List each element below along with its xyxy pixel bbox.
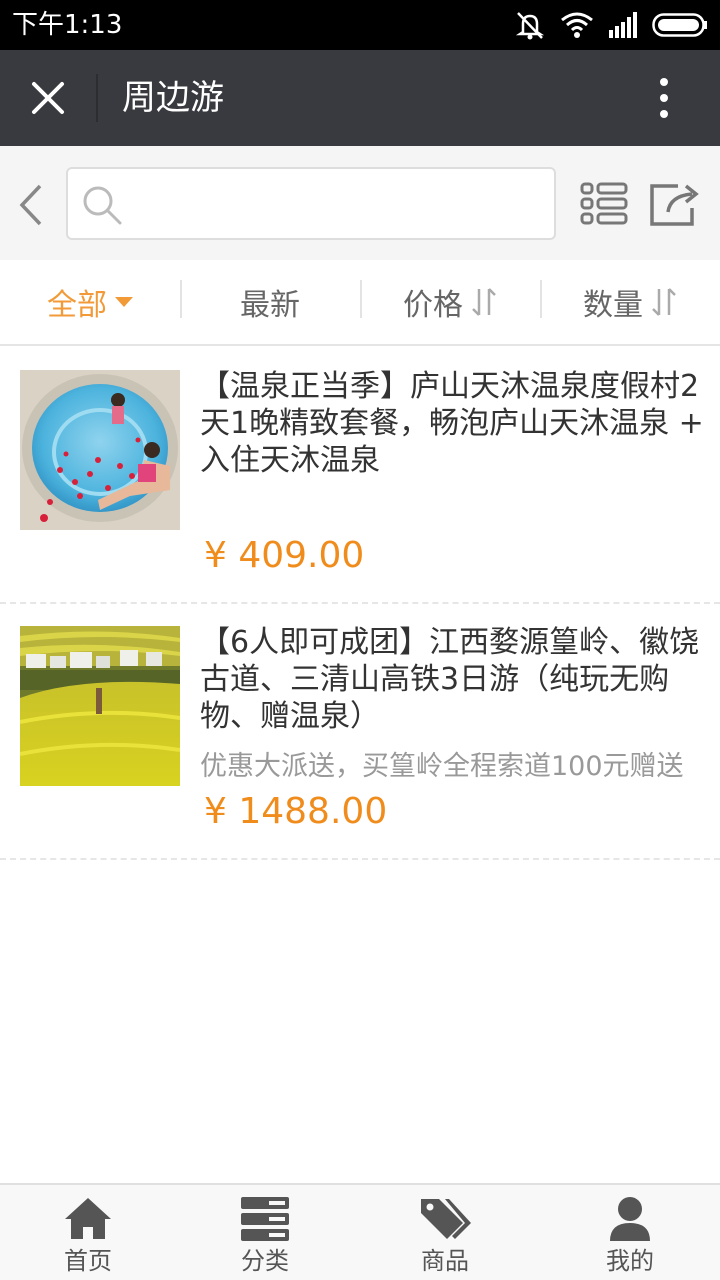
- dropdown-caret-icon: [115, 297, 133, 307]
- status-time: 下午1:13: [12, 10, 123, 40]
- page-title: 周边游: [122, 78, 224, 118]
- filter-tab-latest[interactable]: 最新: [180, 260, 360, 344]
- nav-label: 首页: [64, 1247, 112, 1275]
- more-vertical-icon[interactable]: [646, 74, 682, 122]
- product-list: 【温泉正当季】庐山天沐温泉度假村2天1晚精致套餐，畅泡庐山天沐温泉 + 入住天沐…: [0, 348, 720, 860]
- product-price: ¥ 1488.00: [204, 791, 388, 832]
- filter-tab-all[interactable]: 全部: [0, 260, 180, 344]
- close-icon[interactable]: [24, 74, 72, 122]
- nav-item-category[interactable]: 分类: [195, 1185, 335, 1280]
- status-icons: [514, 10, 708, 40]
- sort-icon: [652, 288, 676, 316]
- mute-icon: [515, 12, 545, 40]
- filter-tab-label: 价格: [403, 288, 463, 323]
- bottom-nav: 首页 分类 商品 我的: [0, 1183, 720, 1280]
- search-input[interactable]: [132, 179, 542, 229]
- webview-titlebar: 周边游: [0, 50, 720, 146]
- filter-tab-label: 数量: [583, 288, 643, 323]
- nav-item-home[interactable]: 首页: [18, 1185, 158, 1280]
- product-price: ¥ 409.00: [204, 535, 365, 576]
- filter-tabs: 全部 最新 价格 数量: [0, 260, 720, 346]
- battery-icon: [652, 13, 707, 37]
- search-row: [0, 146, 720, 260]
- home-icon: [65, 1198, 111, 1239]
- product-promo: 优惠大派送，买篁岭全程索道100元赠送: [200, 751, 684, 782]
- product-title: 【6人即可成团】江西婺源篁岭、徽饶古道、三清山高铁3日游（纯玩无购物、赠温泉）: [200, 625, 700, 734]
- sort-icon: [472, 288, 496, 316]
- list-view-icon[interactable]: [580, 182, 628, 226]
- search-icon: [83, 186, 122, 225]
- tag-icon: [421, 1199, 471, 1239]
- nav-label: 商品: [421, 1247, 469, 1275]
- back-chevron-icon[interactable]: [14, 182, 48, 228]
- product-title: 【温泉正当季】庐山天沐温泉度假村2天1晚精致套餐，畅泡庐山天沐温泉 + 入住天沐…: [200, 369, 704, 478]
- filter-tab-quantity[interactable]: 数量: [540, 260, 720, 344]
- status-bar: 下午1:13: [0, 0, 720, 50]
- filter-tab-label: 全部: [47, 288, 107, 323]
- hot-spring-pool-photo: [20, 370, 180, 530]
- nav-item-products[interactable]: 商品: [375, 1185, 515, 1280]
- nav-label: 分类: [241, 1247, 289, 1275]
- user-icon: [610, 1197, 650, 1241]
- filter-tab-price[interactable]: 价格: [360, 260, 540, 344]
- product-card[interactable]: 【6人即可成团】江西婺源篁岭、徽饶古道、三清山高铁3日游（纯玩无购物、赠温泉） …: [0, 604, 720, 860]
- filter-tab-label: 最新: [240, 288, 300, 323]
- product-card[interactable]: 【温泉正当季】庐山天沐温泉度假村2天1晚精致套餐，畅泡庐山天沐温泉 + 入住天沐…: [0, 348, 720, 604]
- nav-item-mine[interactable]: 我的: [560, 1185, 700, 1280]
- rapeseed-field-village-photo: [20, 626, 180, 786]
- wifi-icon: [561, 12, 593, 38]
- share-icon[interactable]: [648, 180, 702, 228]
- search-box[interactable]: [66, 167, 556, 240]
- titlebar-divider: [96, 74, 98, 122]
- category-icon: [241, 1197, 289, 1241]
- nav-label: 我的: [606, 1247, 654, 1275]
- signal-icon: [609, 12, 637, 38]
